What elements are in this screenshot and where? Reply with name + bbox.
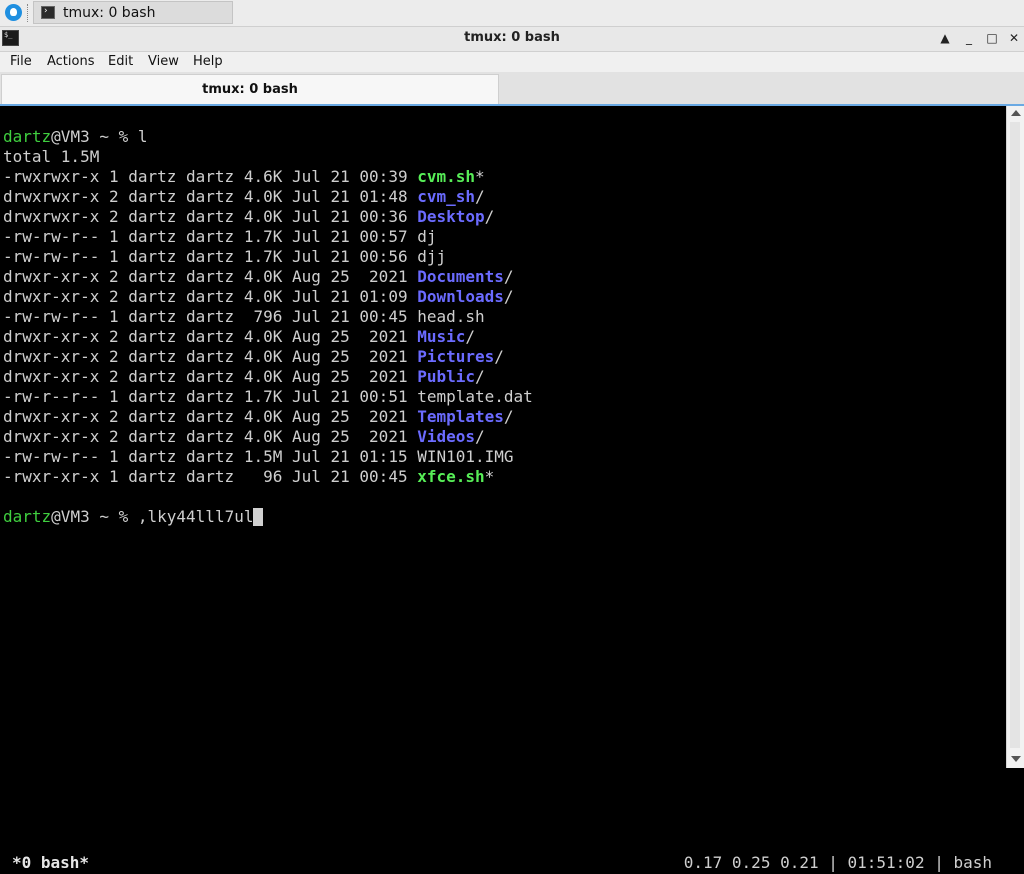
tmux-status-right: 0.17 0.25 0.21 | 01:51:02 | bash [683, 853, 992, 872]
terminal-view[interactable]: dartz@VM3 ~ % l total 1.5M -rwxrwxr-x 1 da… [0, 106, 1006, 872]
app-menu-icon[interactable] [5, 4, 22, 21]
ls-entry-suffix: / [465, 327, 476, 346]
taskbar-window-button[interactable]: tmux: 0 bash [33, 1, 233, 24]
ls-entry-suffix: / [484, 207, 495, 226]
prompt-user: dartz [3, 127, 52, 146]
terminal-output: dartz@VM3 ~ % l total 1.5M -rwxrwxr-x 1 da… [3, 127, 533, 527]
ls-entry-meta: drwxrwxr-x 2 dartz dartz 4.0K Jul 21 00:… [3, 207, 418, 226]
prompt-user: dartz [3, 507, 52, 526]
ls-total: total 1.5M [3, 147, 100, 166]
ls-entry-meta: -rwxrwxr-x 1 dartz dartz 4.6K Jul 21 00:… [3, 167, 418, 186]
menu-actions[interactable]: Actions [47, 54, 95, 69]
tab-tmux-bash[interactable]: tmux: 0 bash [1, 74, 499, 104]
ls-entry-meta: drwxr-xr-x 2 dartz dartz 4.0K Aug 25 202… [3, 327, 418, 346]
window-titlebar[interactable]: tmux: 0 bash ▲ _ □ ✕ [0, 27, 1024, 52]
ls-entry-suffix: / [475, 427, 485, 446]
ls-entry-meta: -rw-rw-r-- 1 dartz dartz 1.7K Jul 21 00:… [3, 247, 418, 266]
ls-entry: -rw-rw-r-- 1 dartz dartz 1.5M Jul 21 01:… [3, 447, 533, 467]
ls-entry-name: Videos [417, 427, 476, 446]
tmux-window-list[interactable]: *0 bash* [12, 852, 89, 874]
ls-entry: drwxr-xr-x 2 dartz dartz 4.0K Aug 25 202… [3, 427, 533, 447]
ls-entry-name: head.sh [417, 307, 485, 326]
ls-entry-meta: drwxrwxr-x 2 dartz dartz 4.0K Jul 21 01:… [3, 187, 418, 206]
ls-entry-name: Public [417, 367, 476, 386]
prompt-host: @VM3 ~ % [51, 127, 138, 146]
tmux-status-line: *0 bash* 0.17 0.25 0.21 | 01:51:02 | bas… [0, 852, 1006, 874]
maximize-icon[interactable]: □ [984, 30, 1000, 46]
ls-entry-name: cvm.sh [417, 167, 476, 186]
ls-entry-suffix: / [494, 347, 504, 366]
prompt-command-input[interactable]: ,lky44lll7ul [138, 507, 254, 526]
prompt-command: l [137, 127, 148, 146]
terminal-icon [41, 6, 55, 19]
ls-entry-name: Templates [417, 407, 504, 426]
ls-entry: -rwxr-xr-x 1 dartz dartz 96 Jul 21 00:45… [3, 467, 533, 487]
prompt-host: @VM3 ~ % [51, 507, 138, 526]
ls-entry-name: template.dat [417, 387, 533, 406]
ls-entry-meta: -rw-r--r-- 1 dartz dartz 1.7K Jul 21 00:… [3, 387, 418, 406]
ls-entry-name: Music [417, 327, 466, 346]
ls-entry-name: Downloads [417, 287, 504, 306]
ls-entry-name: dj [417, 227, 437, 246]
prompt-line: dartz@VM3 ~ % l [3, 127, 533, 147]
ls-entry: drwxrwxr-x 2 dartz dartz 4.0K Jul 21 00:… [3, 207, 533, 227]
scroll-down-icon[interactable] [1011, 756, 1021, 762]
ls-entry-meta: drwxr-xr-x 2 dartz dartz 4.0K Aug 25 202… [3, 267, 418, 286]
ls-entry: -rw-rw-r-- 1 dartz dartz 796 Jul 21 00:4… [3, 307, 533, 327]
window-title: tmux: 0 bash [464, 30, 560, 45]
ls-entry-suffix: * [475, 167, 485, 186]
ls-entry-meta: drwxr-xr-x 2 dartz dartz 4.0K Aug 25 202… [3, 407, 418, 426]
ls-entry-suffix: / [503, 407, 514, 426]
ls-entry-name: xfce.sh [417, 467, 485, 486]
taskbar: tmux: 0 bash [0, 0, 1024, 27]
ls-entry: drwxr-xr-x 2 dartz dartz 4.0K Jul 21 01:… [3, 287, 533, 307]
ls-entry: drwxr-xr-x 2 dartz dartz 4.0K Aug 25 202… [3, 327, 533, 347]
ls-entry-name: cvm_sh [417, 187, 476, 206]
ls-entry-suffix: * [484, 467, 495, 486]
ls-entry-suffix: / [475, 187, 485, 206]
taskbar-window-label: tmux: 0 bash [63, 5, 156, 21]
ls-entry-meta: -rw-rw-r-- 1 dartz dartz 796 Jul 21 00:4… [3, 307, 418, 326]
terminal-scrollbar[interactable] [1006, 106, 1024, 768]
ls-entry: -rw-rw-r-- 1 dartz dartz 1.7K Jul 21 00:… [3, 247, 533, 267]
ls-entry: -rwxrwxr-x 1 dartz dartz 4.6K Jul 21 00:… [3, 167, 533, 187]
minimize-icon[interactable]: _ [961, 30, 977, 46]
prompt-line-current: dartz@VM3 ~ % ,lky44lll7ul [3, 507, 533, 527]
scroll-up-icon[interactable] [1011, 110, 1021, 116]
ls-entry: drwxr-xr-x 2 dartz dartz 4.0K Aug 25 202… [3, 407, 533, 427]
ls-entry-meta: drwxr-xr-x 2 dartz dartz 4.0K Jul 21 01:… [3, 287, 418, 306]
ls-entry-meta: drwxr-xr-x 2 dartz dartz 4.0K Aug 25 202… [3, 427, 418, 446]
ls-entry: drwxr-xr-x 2 dartz dartz 4.0K Aug 25 202… [3, 367, 533, 387]
ls-entry-name: Pictures [417, 347, 495, 366]
ls-entry-meta: -rw-rw-r-- 1 dartz dartz 1.5M Jul 21 01:… [3, 447, 418, 466]
menu-edit[interactable]: Edit [108, 54, 133, 69]
close-icon[interactable]: ✕ [1006, 30, 1022, 46]
ls-entry: drwxr-xr-x 2 dartz dartz 4.0K Aug 25 202… [3, 267, 533, 287]
ls-entry-name: WIN101.IMG [417, 447, 514, 466]
ls-entry-meta: drwxr-xr-x 2 dartz dartz 4.0K Aug 25 202… [3, 347, 418, 366]
ls-entry-name: Desktop [417, 207, 485, 226]
menu-view[interactable]: View [148, 54, 179, 69]
ls-entry-suffix: / [503, 267, 514, 286]
ls-entry-meta: -rwxr-xr-x 1 dartz dartz 96 Jul 21 00:45 [3, 467, 418, 486]
ls-entry-suffix: / [503, 287, 514, 306]
scroll-track[interactable] [1010, 122, 1020, 748]
ls-entry: -rw-r--r-- 1 dartz dartz 1.7K Jul 21 00:… [3, 387, 533, 407]
ls-entry-name: djj [417, 247, 447, 266]
menu-help[interactable]: Help [193, 54, 223, 69]
ls-entry-meta: drwxr-xr-x 2 dartz dartz 4.0K Aug 25 202… [3, 367, 418, 386]
text-cursor [253, 508, 264, 526]
ls-entry-suffix: / [475, 367, 485, 386]
menu-file[interactable]: File [10, 54, 32, 69]
ls-entry: -rw-rw-r-- 1 dartz dartz 1.7K Jul 21 00:… [3, 227, 533, 247]
tab-bar: tmux: 0 bash [0, 72, 1024, 106]
shade-up-icon[interactable]: ▲ [937, 30, 953, 46]
ls-entry: drwxrwxr-x 2 dartz dartz 4.0K Jul 21 01:… [3, 187, 533, 207]
ls-entry-meta: -rw-rw-r-- 1 dartz dartz 1.7K Jul 21 00:… [3, 227, 418, 246]
ls-entry-name: Documents [417, 267, 504, 286]
ls-entry: drwxr-xr-x 2 dartz dartz 4.0K Aug 25 202… [3, 347, 533, 367]
taskbar-separator [27, 4, 30, 22]
menu-bar: File Actions Edit View Help [0, 52, 1024, 72]
